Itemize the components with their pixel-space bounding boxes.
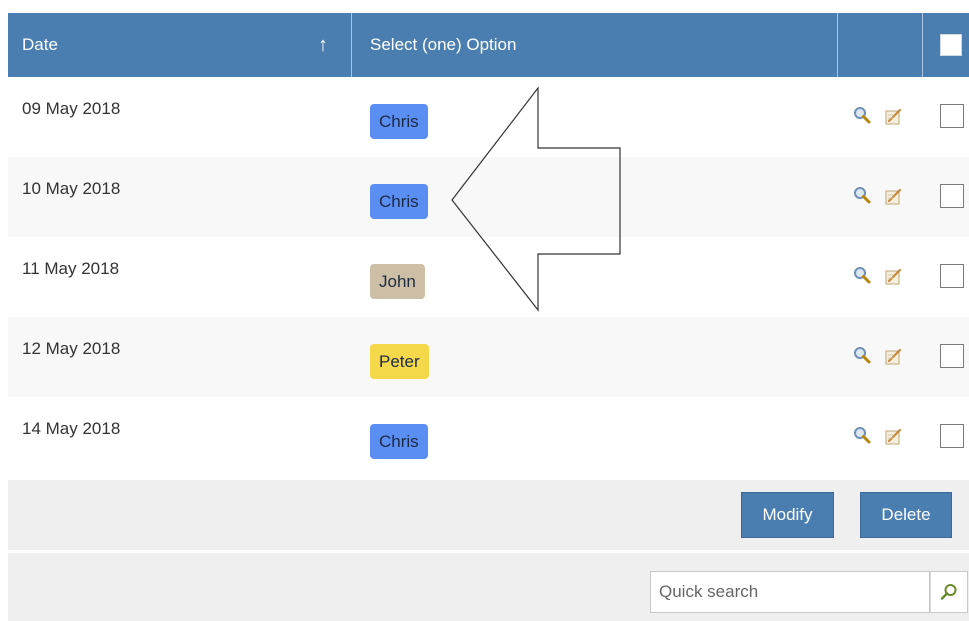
table-row[interactable]: 14 May 2018 Chris: [8, 397, 969, 477]
column-header-date-label: Date: [22, 35, 58, 54]
table-row[interactable]: 12 May 2018 Peter: [8, 317, 969, 397]
column-divider: [922, 13, 923, 77]
table-row[interactable]: 09 May 2018 Chris: [8, 77, 969, 157]
delete-button[interactable]: Delete: [860, 492, 952, 538]
edit-icon[interactable]: [883, 106, 905, 128]
table-row[interactable]: 10 May 2018 Chris: [8, 157, 969, 237]
view-icon[interactable]: [851, 264, 873, 286]
row-date: 11 May 2018: [22, 259, 120, 278]
row-checkbox[interactable]: [940, 264, 964, 288]
row-checkbox[interactable]: [940, 184, 964, 208]
table-row[interactable]: 11 May 2018 John: [8, 237, 969, 317]
sort-ascending-icon[interactable]: ↑: [318, 13, 328, 77]
row-checkbox[interactable]: [940, 344, 964, 368]
select-all-checkbox[interactable]: [940, 34, 962, 56]
option-tag[interactable]: Peter: [370, 344, 429, 379]
view-icon[interactable]: [851, 424, 873, 446]
view-icon[interactable]: [851, 104, 873, 126]
quick-search-input[interactable]: [650, 571, 930, 613]
row-checkbox[interactable]: [940, 104, 964, 128]
column-divider: [837, 13, 838, 77]
option-tag[interactable]: Chris: [370, 184, 428, 219]
edit-icon[interactable]: [883, 346, 905, 368]
search-icon: [940, 584, 957, 600]
row-date: 14 May 2018: [22, 419, 121, 438]
option-tag[interactable]: Chris: [370, 424, 428, 459]
modify-button[interactable]: Modify: [741, 492, 834, 538]
search-bar: [8, 553, 969, 621]
row-checkbox[interactable]: [940, 424, 964, 448]
edit-icon[interactable]: [883, 186, 905, 208]
row-date: 12 May 2018: [22, 339, 121, 358]
action-bar: Modify Delete: [8, 480, 969, 550]
option-tag[interactable]: John: [370, 264, 425, 299]
grid-header: Date ↑ Select (one) Option: [8, 13, 969, 77]
search-button[interactable]: [930, 571, 968, 613]
option-tag[interactable]: Chris: [370, 104, 428, 139]
row-date: 10 May 2018: [22, 179, 121, 198]
row-date: 09 May 2018: [22, 99, 121, 118]
view-icon[interactable]: [851, 344, 873, 366]
view-icon[interactable]: [851, 184, 873, 206]
edit-icon[interactable]: [883, 266, 905, 288]
edit-icon[interactable]: [883, 426, 905, 448]
column-divider: [351, 13, 352, 77]
column-header-option-label: Select (one) Option: [370, 35, 517, 54]
column-header-date[interactable]: Date: [8, 13, 351, 77]
column-header-option[interactable]: Select (one) Option: [353, 13, 833, 77]
